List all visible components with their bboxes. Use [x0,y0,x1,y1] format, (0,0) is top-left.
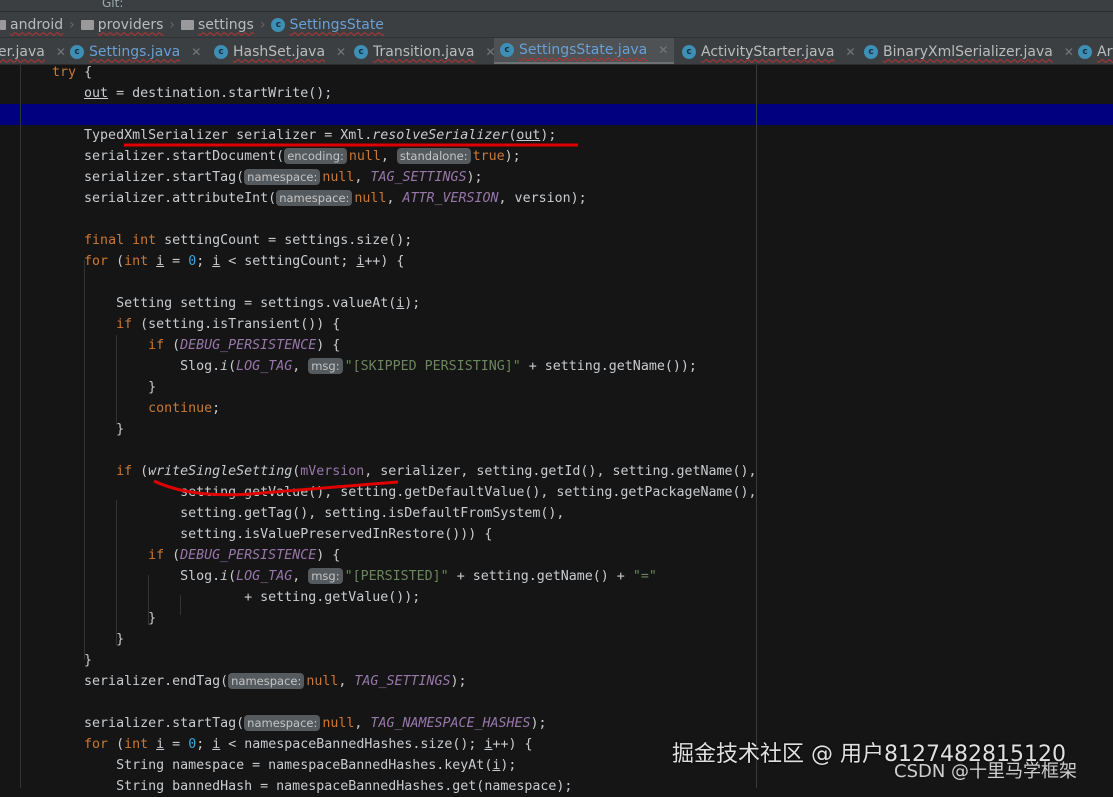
underline-resolve-serializer [123,143,579,147]
underline-write-single-setting [153,479,399,497]
watermark-csdn: CSDN @十里马学框架 [894,761,1078,782]
red-annotations [123,143,579,497]
